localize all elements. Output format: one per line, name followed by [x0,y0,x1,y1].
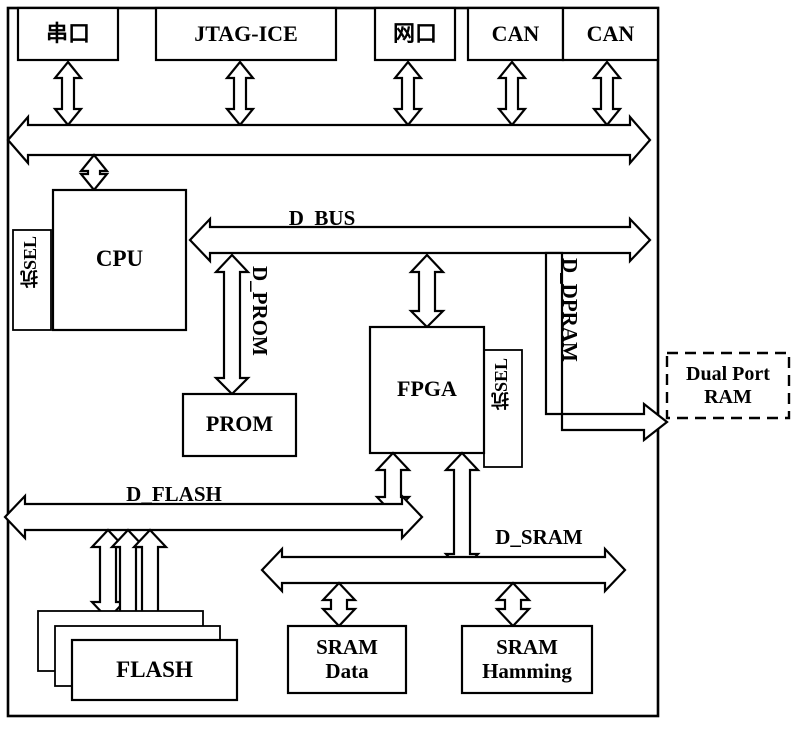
arrow-serial-to-bus [52,60,84,127]
box-jtag-ice[interactable] [154,6,338,62]
box-flash[interactable] [70,638,239,702]
arrow-dbus-to-fpga [408,253,446,329]
arrow-net-to-bus [392,60,424,127]
arrow-dsram-to-sram-data [320,581,358,628]
block-diagram-canvas: .bx{fill:#fff;stroke:#000;stroke-width:2… [0,0,800,743]
arrow-dbus-to-prom [213,253,251,396]
box-can-2[interactable] [561,6,660,62]
box-dual-port-ram[interactable] [665,351,791,420]
arrow-can2-to-bus [591,60,623,127]
arrow-cpu-to-topbus [78,153,110,192]
box-fpga[interactable] [368,325,486,455]
bus-d-flash [3,493,424,541]
label-cpu-anti-sel: 抗SEL [20,236,40,289]
diagram-vector-layer: .bx{fill:#fff;stroke:#000;stroke-width:2… [3,6,791,718]
arrow-can1-to-bus [496,60,528,127]
box-net-port[interactable] [373,6,457,62]
label-d-dpram: D_DPRAM [558,258,582,362]
bus-d-sram [260,546,627,594]
label-d-prom: D_PROM [248,266,272,356]
arrow-jtag-to-bus [224,60,256,127]
box-can-1[interactable] [466,6,565,62]
arrow-fpga-to-dsram [443,451,481,573]
box-sram-hamming[interactable] [460,624,594,695]
label-fpga-anti-sel: 抗SEL [491,358,511,411]
arrow-dsram-to-sram-hamming [494,581,532,628]
box-cpu[interactable] [51,188,188,332]
box-serial-port[interactable] [16,6,120,62]
bus-top [6,114,652,166]
bus-d-bus [188,216,652,264]
box-sram-data[interactable] [286,624,408,695]
box-prom[interactable] [181,392,298,458]
